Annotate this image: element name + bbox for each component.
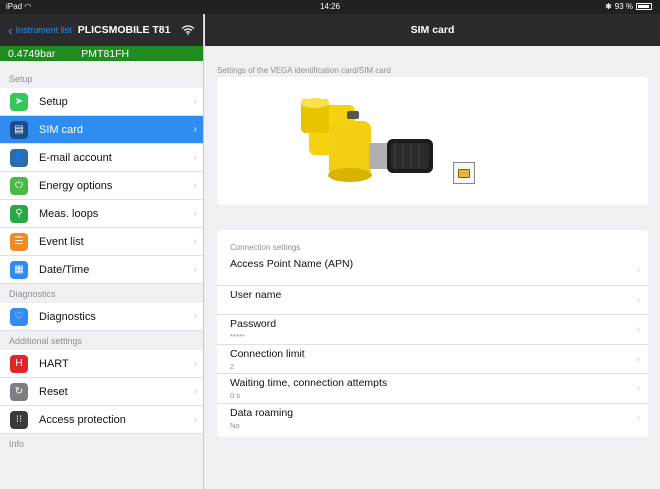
menu-item-label: E-mail account — [39, 151, 112, 164]
setting-label: User name — [230, 288, 282, 301]
menu-item-e-mail-account[interactable]: 👤 E-mail account › — [0, 144, 203, 172]
location-icon: ⚲ — [10, 204, 28, 223]
chevron-right-icon: › — [193, 414, 197, 425]
section-title: Additional settings — [9, 336, 83, 346]
back-chevron-icon[interactable]: ‹ — [8, 23, 13, 37]
menu-item-diagnostics[interactable]: ♡ Diagnostics › — [0, 303, 203, 331]
setting-label: Waiting time, connection attempts — [230, 377, 388, 389]
menu-item-hart[interactable]: H HART › — [0, 350, 203, 378]
setting-row-password[interactable]: Password ***** › — [217, 314, 648, 344]
setting-value: No — [230, 420, 240, 430]
setting-row-waiting-time-connection-attempts[interactable]: Waiting time, connection attempts 0 s › — [217, 373, 648, 403]
paper-plane-icon: ➤ — [10, 92, 28, 111]
menu-item-label: Access protection — [39, 413, 126, 426]
chevron-right-icon: › — [636, 294, 640, 306]
setting-row-data-roaming[interactable]: Data roaming No › — [217, 402, 648, 433]
setting-row-access-point-name-apn[interactable]: Access Point Name (APN) › — [217, 255, 648, 285]
connection-settings-card: Connection settings Access Point Name (A… — [217, 230, 648, 437]
event-list-icon: ☰ — [10, 232, 28, 251]
back-button[interactable]: Instrument list — [16, 25, 72, 35]
menu-item-meas-loops[interactable]: ⚲ Meas. loops › — [0, 200, 203, 228]
setting-row-connection-limit[interactable]: Connection limit 2 › — [217, 343, 648, 374]
settings-menu: Setup ➤ Setup › ▤ SIM card › 👤 E-mail account › ⏻ E… — [0, 61, 203, 453]
menu-item-event-list[interactable]: ☰ Event list › — [0, 228, 203, 256]
chevron-right-icon: › — [636, 324, 640, 335]
keypad-icon: ⁝⁝ — [10, 410, 28, 429]
left-header: ‹ Instrument list PLICSMOBILE T81 — [0, 14, 203, 46]
chevron-right-icon: › — [193, 208, 197, 219]
section-title: Info — [9, 439, 25, 449]
stethoscope-icon: ♡ — [10, 307, 28, 326]
chevron-right-icon: › — [636, 412, 640, 424]
menu-item-label: Reset — [39, 385, 68, 398]
chevron-right-icon: › — [193, 180, 197, 191]
menu-item-label: SIM card — [39, 123, 84, 136]
menu-item-energy-options[interactable]: ⏻ Energy options › — [0, 172, 203, 200]
menu-item-label: Setup — [39, 95, 68, 108]
menu-item-date-time[interactable]: ▦ Date/Time › — [0, 256, 203, 284]
menu-item-label: HART — [39, 357, 69, 370]
section-title: Setup — [9, 74, 33, 84]
connection-settings-title: Connection settings — [230, 243, 301, 252]
menu-item-setup[interactable]: ➤ Setup › — [0, 88, 203, 116]
device-image — [301, 98, 433, 182]
right-pane: SIM card Settings of the VEGA identifica… — [205, 14, 660, 489]
chevron-right-icon: › — [193, 152, 197, 163]
menu-item-label: Date/Time — [39, 263, 90, 276]
chevron-right-icon: › — [636, 383, 640, 394]
energy-icon: ⏻ — [10, 176, 28, 195]
page-title: SIM card — [205, 14, 660, 46]
instrument-name: PLICSMOBILE T81 — [77, 24, 171, 36]
menu-item-label: Event list — [39, 235, 84, 248]
device-image-card — [217, 77, 648, 205]
chevron-right-icon: › — [193, 236, 197, 247]
menu-item-label: Diagnostics — [39, 310, 96, 323]
menu-item-access-protection[interactable]: ⁝⁝ Access protection › — [0, 406, 203, 434]
setting-label: Data roaming — [230, 406, 294, 419]
setting-value: 2 — [230, 361, 235, 371]
status-bar: iPad ◠ 14:26 ✱ 93 % — [0, 0, 660, 14]
image-caption: Settings of the VEGA identification card… — [217, 66, 391, 75]
chevron-right-icon: › — [193, 264, 197, 275]
bluetooth-icon: ✱ — [605, 2, 612, 11]
reset-icon: ↻ — [10, 382, 28, 401]
chevron-right-icon: › — [636, 264, 640, 275]
menu-item-label: Energy options — [39, 179, 113, 192]
battery-icon — [636, 3, 652, 10]
chevron-right-icon: › — [193, 311, 197, 322]
menu-item-sim-card[interactable]: ▤ SIM card › — [0, 116, 203, 144]
setting-value: 0 s — [230, 391, 241, 400]
chevron-right-icon: › — [636, 353, 640, 365]
battery-status: ✱ 93 % — [605, 2, 652, 11]
menu-item-reset[interactable]: ↻ Reset › — [0, 378, 203, 406]
chevron-right-icon: › — [193, 96, 197, 107]
menu-item-label: Meas. loops — [39, 207, 99, 220]
measured-value-bar: 0.4749bar PMT81FH — [0, 46, 203, 61]
measured-value: 0.4749bar — [8, 47, 56, 60]
hart-icon: H — [10, 354, 28, 373]
user-icon: 👤 — [10, 148, 28, 167]
setting-label: Password — [230, 318, 277, 330]
instrument-tag: PMT81FH — [81, 47, 130, 60]
setting-label: Access Point Name (APN) — [230, 258, 354, 270]
sim-card-icon: ▤ — [10, 120, 28, 139]
setting-row-user-name[interactable]: User name › — [217, 284, 648, 315]
chevron-right-icon: › — [193, 386, 197, 397]
left-pane: ‹ Instrument list PLICSMOBILE T81 0.4749… — [0, 14, 204, 489]
calendar-icon: ▦ — [10, 260, 28, 279]
setting-label: Connection limit — [230, 347, 305, 360]
wifi-icon — [181, 25, 195, 35]
clock: 14:26 — [319, 2, 341, 11]
battery-percent: 93 % — [614, 2, 633, 11]
section-title: Diagnostics — [9, 289, 56, 299]
chevron-right-icon: › — [193, 358, 197, 369]
setting-value: ***** — [230, 332, 245, 341]
sim-card-icon — [453, 162, 475, 184]
chevron-right-icon: › — [193, 124, 197, 135]
